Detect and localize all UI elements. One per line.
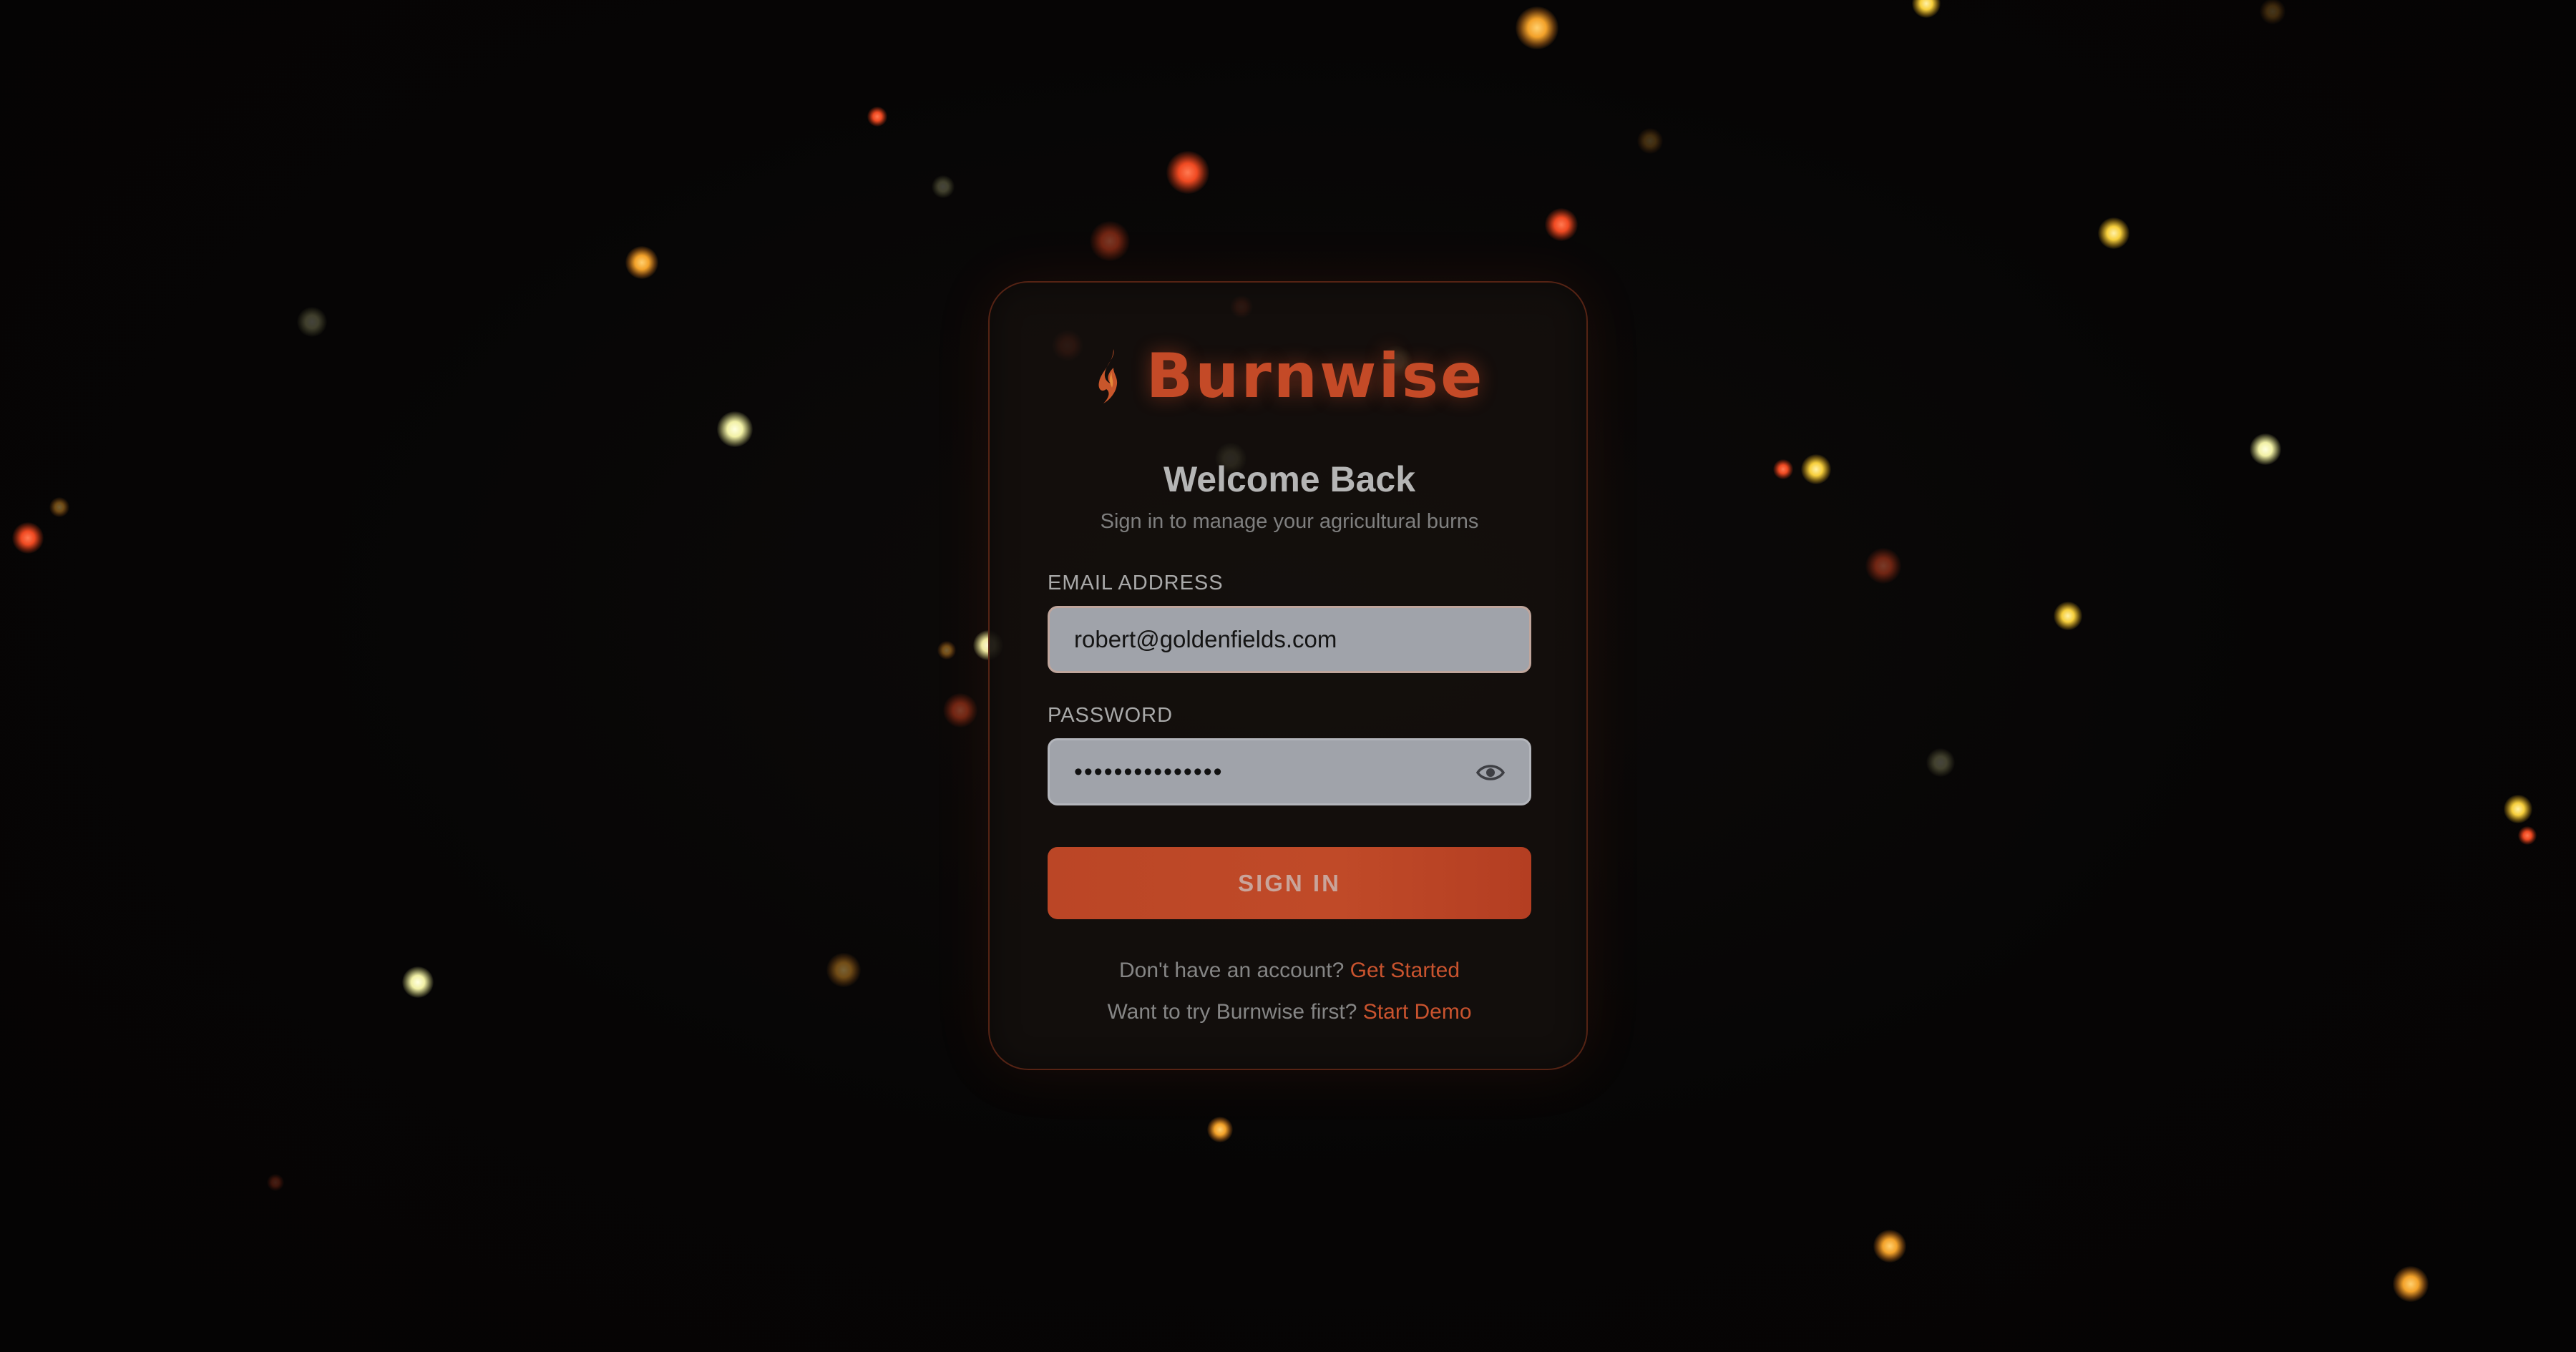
- page-subtitle: Sign in to manage your agricultural burn…: [1100, 510, 1479, 533]
- email-label: EMAIL ADDRESS: [1048, 572, 1224, 594]
- ember-particle: [297, 307, 327, 337]
- ember-particle: [2260, 0, 2285, 24]
- ember-particle: [1516, 6, 1558, 49]
- ember-particle: [943, 693, 977, 728]
- ember-particle: [49, 497, 69, 517]
- ember-particle: [625, 246, 658, 279]
- ember-particle: [1207, 1117, 1233, 1142]
- ember-particle: [937, 641, 956, 660]
- login-screen: Burnwise Welcome Back Sign in to manage …: [0, 0, 2576, 1352]
- ember-particle: [2504, 795, 2532, 823]
- ember-particle: [1773, 459, 1793, 479]
- ember-particle: [12, 522, 44, 554]
- brand-name: Burnwise: [1146, 341, 1485, 412]
- ember-particle: [1545, 208, 1578, 241]
- signup-prompt: Don't have an account?: [1118, 959, 1345, 982]
- email-field[interactable]: robert@goldenfields.com: [1048, 606, 1531, 673]
- ember-particle: [2518, 826, 2537, 845]
- brand-header: Burnwise: [990, 337, 1589, 416]
- ember-particle: [1090, 221, 1130, 261]
- ember-particle: [2054, 602, 2082, 630]
- ember-particle: [1637, 128, 1663, 154]
- ember-particle: [2098, 217, 2129, 249]
- sign-in-button[interactable]: SIGN IN: [1048, 847, 1531, 919]
- email-value: robert@goldenfields.com: [1074, 626, 1337, 652]
- password-label: PASSWORD: [1048, 704, 1174, 727]
- ember-particle: [1801, 454, 1831, 484]
- get-started-link[interactable]: Get Started: [1350, 959, 1460, 982]
- ember-particle: [2250, 433, 2281, 465]
- ember-particle: [1865, 548, 1901, 584]
- ember-particle: [402, 966, 434, 998]
- ember-particle: [1926, 748, 1955, 777]
- flame-icon: [1098, 349, 1117, 403]
- demo-prompt-line: Want to try Burnwise first? Start Demo: [990, 1001, 1589, 1023]
- login-card: Burnwise Welcome Back Sign in to manage …: [988, 281, 1588, 1070]
- ember-particle: [1873, 1230, 1906, 1263]
- eye-icon[interactable]: [1476, 762, 1505, 783]
- password-field[interactable]: •••••••••••••••: [1048, 738, 1531, 805]
- page-title: Welcome Back: [1163, 459, 1416, 499]
- ember-particle: [932, 175, 955, 198]
- ember-particle: [1166, 151, 1209, 194]
- ember-particle: [267, 1174, 284, 1191]
- ember-particle: [826, 953, 861, 987]
- ember-particle: [717, 411, 753, 447]
- start-demo-link[interactable]: Start Demo: [1363, 1000, 1472, 1024]
- demo-prompt: Want to try Burnwise first?: [1107, 1000, 1357, 1024]
- password-value: •••••••••••••••: [1074, 758, 1224, 785]
- ember-particle: [867, 107, 887, 127]
- signup-prompt-line: Don't have an account? Get Started: [990, 960, 1589, 981]
- ember-particle: [1912, 0, 1941, 18]
- ember-particle: [2393, 1266, 2429, 1302]
